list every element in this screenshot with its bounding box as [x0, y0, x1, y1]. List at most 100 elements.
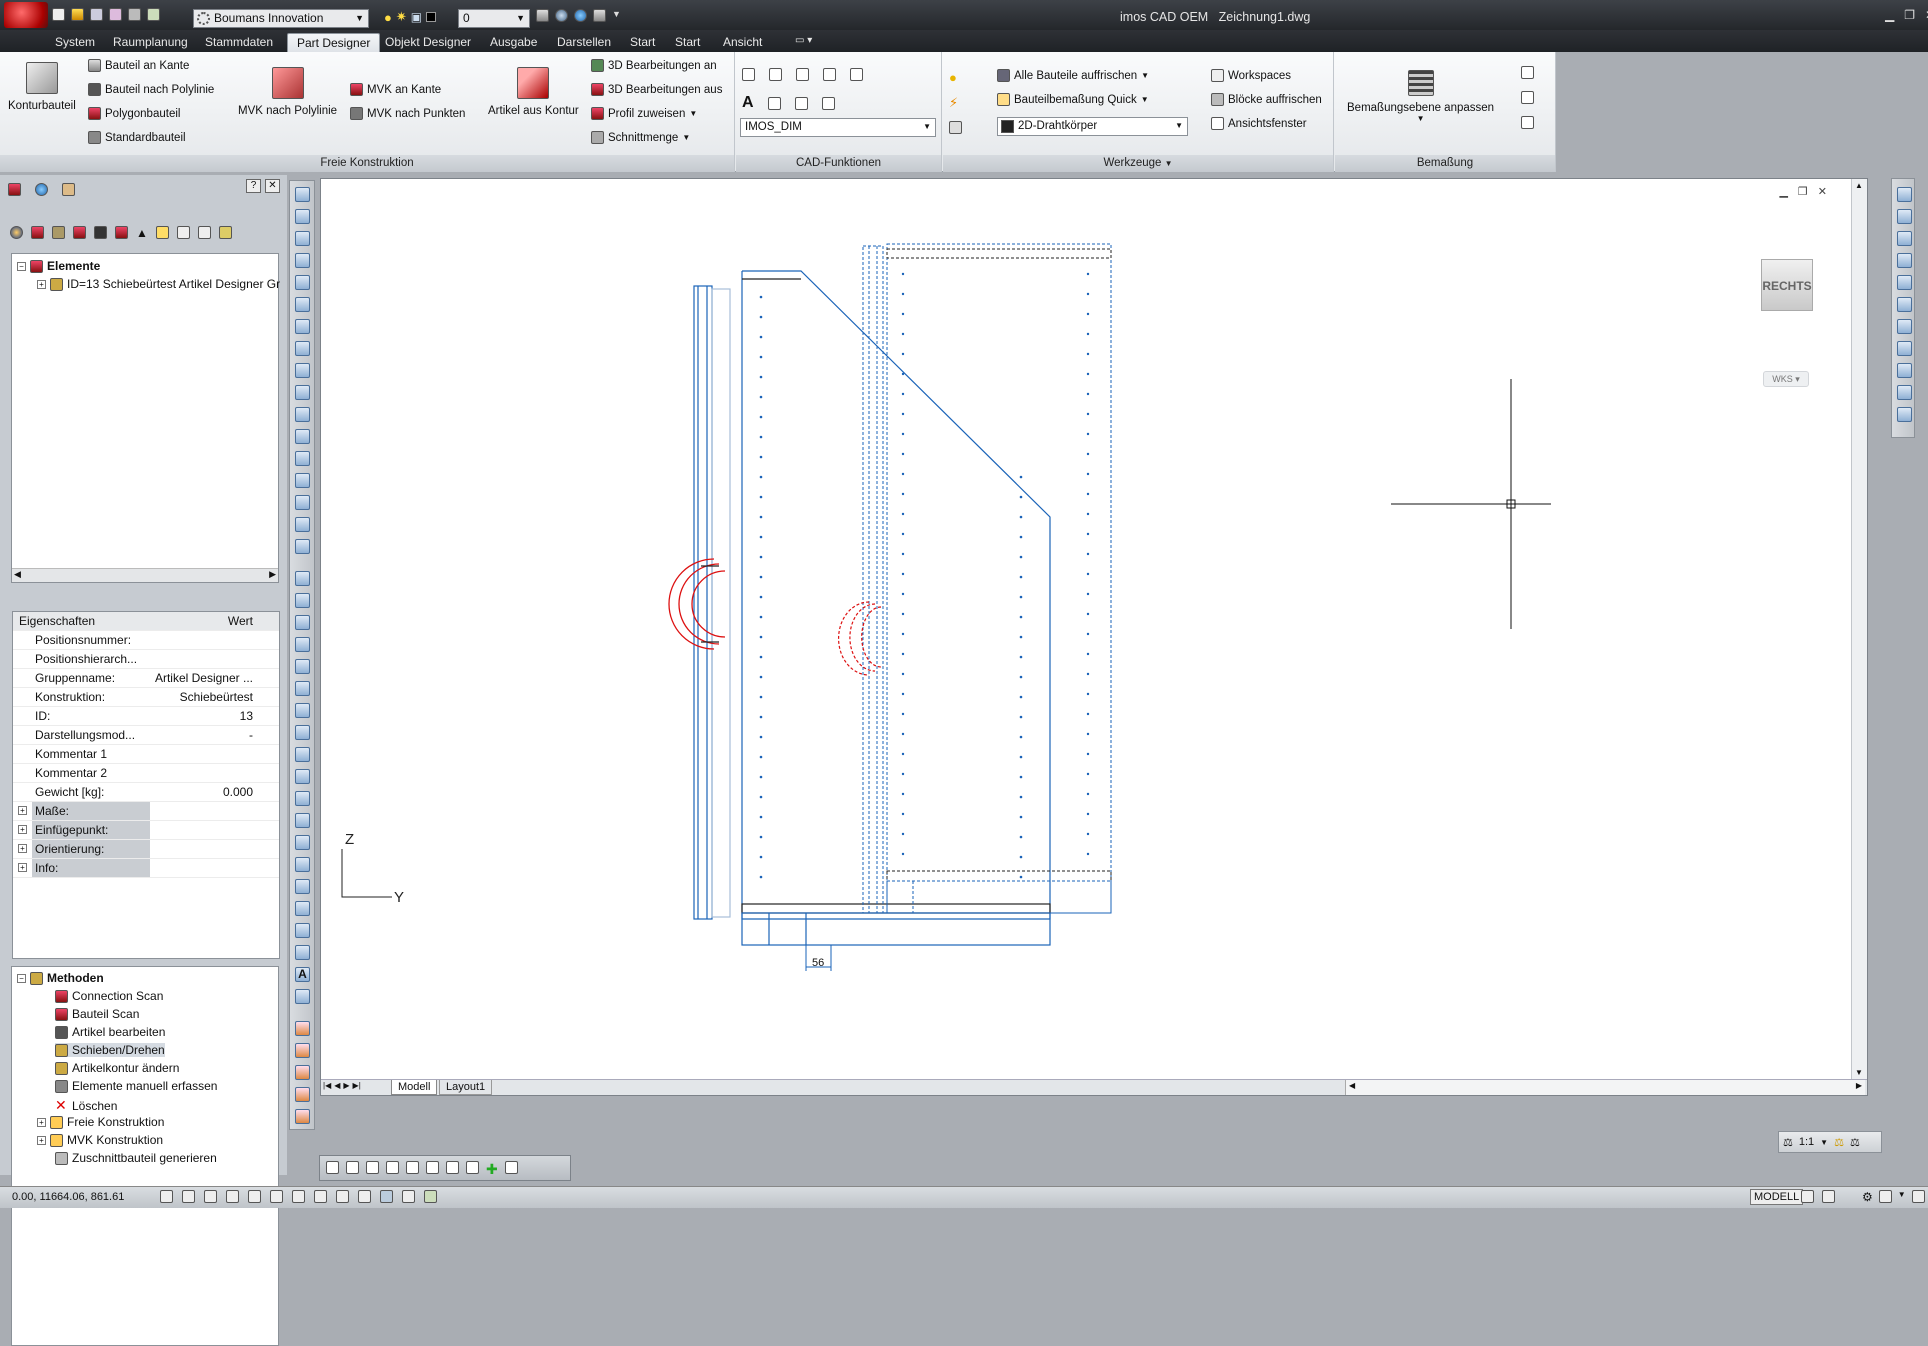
scroll-left-icon[interactable]: ◀: [1349, 1081, 1355, 1090]
break-point-icon[interactable]: [295, 451, 310, 466]
pick-icon[interactable]: [346, 1161, 359, 1174]
quick-view-layouts-icon[interactable]: [1801, 1190, 1814, 1203]
method-item[interactable]: Connection Scan: [55, 989, 163, 1003]
workspace-switch-icon[interactable]: ⚙: [1862, 1190, 1873, 1204]
tab-start-1[interactable]: Start: [621, 33, 664, 52]
first-tab-icon[interactable]: |◀: [323, 1081, 331, 1090]
scroll-left-icon[interactable]: ◀: [14, 569, 21, 580]
layer-dropdown[interactable]: 0 ▼: [458, 9, 530, 28]
3d-bearbeitungen-an-button[interactable]: 3D Bearbeitungen an: [591, 59, 717, 72]
ellipse-arc-icon[interactable]: [295, 791, 310, 806]
solid-cylinder-icon[interactable]: [295, 1065, 310, 1080]
panel-red-icon[interactable]: [73, 226, 86, 239]
lock-icon[interactable]: ▣: [411, 10, 422, 24]
tab-start-2[interactable]: Start: [666, 33, 709, 52]
ortho-icon[interactable]: [204, 1190, 217, 1203]
bemassungsebene-anpassen-button[interactable]: Bemaßungsebene anpassen ▼: [1347, 70, 1494, 123]
solid-wedge-icon[interactable]: [295, 1109, 310, 1124]
chevron-down-icon[interactable]: ▼: [612, 9, 621, 22]
konturbauteil-button[interactable]: Konturbauteil: [8, 62, 76, 112]
view-sw-iso-icon[interactable]: [1897, 341, 1912, 356]
expand-icon[interactable]: +: [18, 806, 27, 815]
bauteil-an-kante-button[interactable]: Bauteil an Kante: [88, 59, 189, 72]
save-icon[interactable]: [90, 8, 103, 21]
sphere-icon[interactable]: [10, 226, 23, 239]
fix-icon[interactable]: [386, 1161, 399, 1174]
bloecke-auffrischen-button[interactable]: Blöcke auffrischen: [1211, 93, 1322, 106]
extend-icon[interactable]: [295, 407, 310, 422]
pencil-icon[interactable]: [295, 187, 310, 202]
point-icon[interactable]: [295, 857, 310, 872]
select-icon[interactable]: [742, 68, 755, 81]
3d-bearbeitungen-aus-button[interactable]: 3D Bearbeitungen aus: [591, 83, 722, 96]
view-back-icon[interactable]: [1897, 319, 1912, 334]
tab-globe-icon[interactable]: [35, 183, 48, 196]
line-icon[interactable]: [295, 571, 310, 586]
sun-icon[interactable]: ✷: [396, 9, 407, 25]
property-row[interactable]: Kommentar 2: [13, 764, 279, 783]
gradient-icon[interactable]: [295, 901, 310, 916]
chamfer-icon[interactable]: [295, 495, 310, 510]
cube-red-icon[interactable]: [31, 226, 44, 239]
vertical-scrollbar[interactable]: ▲ ▼: [1851, 179, 1867, 1079]
polyline-icon[interactable]: [295, 615, 310, 630]
solid-sphere-icon[interactable]: [295, 1043, 310, 1058]
property-row[interactable]: Positionsnummer:: [13, 631, 279, 650]
cube-icon[interactable]: [52, 226, 65, 239]
view-front-icon[interactable]: [1897, 297, 1912, 312]
expand-icon[interactable]: +: [37, 279, 46, 289]
otrack-icon[interactable]: [292, 1190, 305, 1203]
arc-icon[interactable]: [295, 681, 310, 696]
region-icon[interactable]: [295, 923, 310, 938]
ucs-menu[interactable]: WKS ▾: [1763, 371, 1809, 387]
app-logo[interactable]: [4, 2, 48, 28]
method-item[interactable]: ✕ Löschen: [55, 1097, 117, 1114]
link-icon[interactable]: [218, 226, 232, 239]
mtext-icon[interactable]: A: [295, 967, 310, 982]
mirror-icon[interactable]: [295, 231, 310, 246]
open-file-icon[interactable]: [71, 8, 84, 21]
view-nw-iso-icon[interactable]: [1897, 407, 1912, 422]
copy-icon[interactable]: [593, 9, 606, 22]
sphere-icon[interactable]: [555, 9, 568, 22]
undo-icon[interactable]: [147, 8, 160, 21]
property-row[interactable]: Kommentar 1: [13, 745, 279, 764]
table-icon[interactable]: [295, 945, 310, 960]
tab-folder-icon[interactable]: [62, 183, 75, 196]
tab-part-designer[interactable]: Part Designer: [287, 33, 381, 52]
scroll-up-icon[interactable]: ▲: [1855, 181, 1863, 190]
collapse-icon[interactable]: −: [17, 261, 26, 271]
polygon-icon[interactable]: [295, 637, 310, 652]
revision-cloud-icon[interactable]: [295, 725, 310, 740]
tab-system[interactable]: System: [46, 33, 104, 52]
horizontal-scrollbar[interactable]: ◀ ▶: [12, 568, 278, 582]
tab-parts-icon[interactable]: [8, 183, 21, 196]
select-window-icon[interactable]: [326, 1161, 339, 1174]
lightning-icon[interactable]: ⚡: [949, 95, 962, 111]
edge-icon[interactable]: [115, 226, 128, 239]
tree-row-item[interactable]: + ID=13 Schiebeürtest Artikel Designer G…: [37, 277, 280, 291]
tab-raumplanung[interactable]: Raumplanung: [104, 33, 197, 52]
named-views-icon[interactable]: [1897, 187, 1912, 202]
quick-view-drawings-icon[interactable]: [1822, 1190, 1835, 1203]
mvk-nach-polylinie-button[interactable]: MVK nach Polylinie: [238, 67, 337, 117]
artikel-aus-kontur-button[interactable]: Artikel aus Kontur: [488, 67, 579, 117]
dim-ordinate-icon[interactable]: [767, 96, 781, 110]
refresh-icon[interactable]: [197, 226, 211, 239]
explode-icon[interactable]: [295, 539, 310, 554]
osnap-icon[interactable]: [248, 1190, 261, 1203]
annotation-visibility-icon[interactable]: ⚖: [1834, 1136, 1844, 1149]
mvk-nach-punkten-button[interactable]: MVK nach Punkten: [350, 107, 465, 120]
method-item[interactable]: Elemente manuell erfassen: [55, 1079, 217, 1093]
ellipse-icon[interactable]: [295, 769, 310, 784]
annotation-autoscale-icon[interactable]: ⚖: [1850, 1136, 1860, 1149]
add-icon[interactable]: ✚: [486, 1161, 498, 1178]
dim-axis-icon[interactable]: [1521, 116, 1534, 129]
dim-edit-icon[interactable]: [1521, 66, 1534, 79]
swap-icon[interactable]: [176, 226, 190, 239]
measure-icon[interactable]: [823, 68, 836, 81]
save-as-icon[interactable]: [109, 8, 122, 21]
close-icon[interactable]: ✕: [265, 179, 280, 193]
scroll-right-icon[interactable]: ▶: [1856, 1081, 1862, 1090]
standardbauteil-button[interactable]: Standardbauteil: [88, 131, 186, 144]
